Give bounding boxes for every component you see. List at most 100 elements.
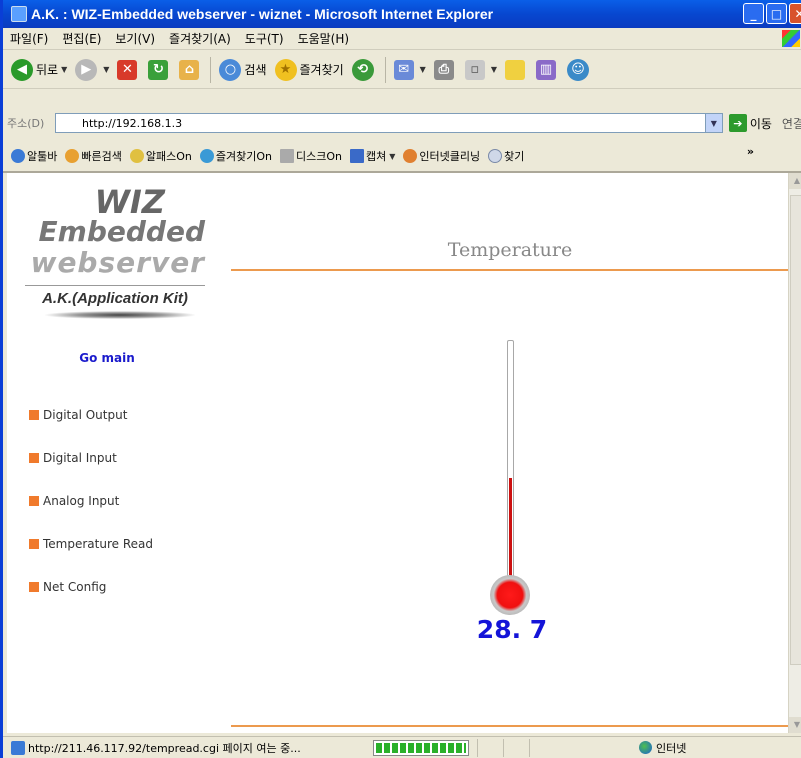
menu-view[interactable]: 보기(V) — [108, 30, 162, 47]
search-button[interactable]: ○ 검색 — [219, 58, 267, 81]
temperature-reading: 28. 7 — [476, 615, 548, 644]
vertical-scrollbar[interactable]: ▲ ▼ — [788, 173, 801, 733]
close-icon[interactable]: ✕ — [789, 3, 801, 24]
back-label: 뒤로 — [36, 63, 59, 77]
refresh-button[interactable]: ↻ — [148, 59, 171, 80]
edit-button[interactable]: ▫ ▼ — [464, 59, 497, 80]
logo-kit-label: A.K.(Application Kit) — [42, 290, 188, 307]
refresh-icon: ↻ — [148, 59, 169, 80]
status-cell — [503, 738, 529, 757]
toolbar-separator — [384, 56, 386, 83]
messenger-button[interactable]: ☺ — [566, 58, 592, 81]
menu-help[interactable]: 도움말(H) — [291, 30, 357, 47]
go-button[interactable]: 이동 — [750, 115, 772, 132]
logo-divider — [25, 285, 205, 286]
globe-icon — [639, 741, 652, 754]
chevron-down-icon[interactable]: ▼ — [389, 152, 395, 161]
window-controls: _ □ ✕ — [743, 3, 801, 24]
maximize-icon[interactable]: □ — [766, 3, 787, 24]
sidebar-item-label: Digital Output — [43, 407, 128, 422]
link-find[interactable]: 찾기 — [488, 148, 524, 164]
chevron-right-icon[interactable]: » — [747, 145, 754, 158]
go-main-link[interactable]: Go main — [47, 351, 167, 365]
status-cell — [529, 738, 555, 757]
ie-page-icon — [11, 740, 25, 755]
address-url: http://192.168.1.3 — [81, 116, 183, 130]
page-icon — [60, 116, 74, 130]
capture-icon — [349, 149, 364, 163]
thermometer-tube — [507, 340, 514, 606]
stop-button[interactable]: ✕ — [117, 59, 140, 80]
quick-search-icon — [65, 149, 80, 163]
chevron-down-icon[interactable]: ▼ — [491, 65, 497, 74]
address-input[interactable]: http://192.168.1.3 ▼ — [54, 113, 723, 133]
home-button[interactable]: ⌂ — [179, 59, 202, 80]
broom-icon — [403, 149, 418, 163]
sidebar-item-analog-input[interactable]: Analog Input — [29, 479, 153, 522]
status-text: http://211.46.117.92/tempread.cgi 페이지 여는… — [28, 741, 301, 755]
scroll-up-icon[interactable]: ▲ — [789, 173, 801, 189]
link-label: 찾기 — [504, 150, 525, 163]
chevron-down-icon[interactable]: ▼ — [704, 114, 722, 132]
favorites-label: 즐겨찾기 — [299, 63, 344, 77]
title-divider — [231, 269, 788, 271]
mail-icon: ✉ — [393, 59, 414, 80]
window-title: A.K. : WIZ-Embedded webserver - wiznet -… — [31, 6, 494, 22]
link-capture[interactable]: 캡쳐 ▼ — [349, 148, 395, 164]
menu-favorites[interactable]: 즐겨찾기(A) — [162, 30, 238, 47]
sidebar-item-digital-output[interactable]: Digital Output — [29, 393, 153, 436]
link-favorites-on[interactable]: 즐겨찾기On — [199, 148, 272, 164]
menu-edit[interactable]: 편집(E) — [55, 30, 108, 47]
mail-button[interactable]: ✉ ▼ — [393, 59, 426, 80]
sidebar-item-label: Net Config — [43, 579, 107, 594]
favorites-button[interactable]: ★ 즐겨찾기 — [274, 58, 344, 81]
link-label: 디스크On — [295, 150, 342, 163]
forward-button[interactable]: ▶ ▼ — [75, 58, 109, 81]
star-icon: ★ — [274, 58, 297, 81]
history-button[interactable]: ⟲ — [351, 58, 377, 81]
scroll-down-icon[interactable]: ▼ — [789, 717, 801, 733]
bullet-square-icon — [29, 409, 39, 420]
footer-divider — [231, 725, 788, 727]
chevron-down-icon[interactable]: ▼ — [61, 65, 67, 74]
print-button[interactable]: ⎙ — [433, 59, 457, 80]
chevron-down-icon[interactable]: ▼ — [103, 65, 109, 74]
menu-tools[interactable]: 도구(T) — [238, 30, 291, 47]
chevron-down-icon[interactable]: ▼ — [420, 65, 426, 74]
thermometer — [490, 340, 530, 640]
minimize-icon[interactable]: _ — [743, 3, 764, 24]
search-icon: ○ — [219, 58, 242, 81]
sidebar-item-net-config[interactable]: Net Config — [29, 565, 153, 608]
link-alpass[interactable]: 알패스On — [129, 148, 192, 164]
edit-page-icon: ▫ — [464, 59, 485, 80]
address-label: 주소(D) — [7, 117, 45, 130]
links-button[interactable]: 연결 — [782, 115, 801, 132]
status-cells — [477, 738, 555, 757]
ie-icon — [11, 149, 25, 163]
link-label: 인터넷클리닝 — [419, 150, 481, 163]
note-icon — [504, 59, 525, 80]
link-internet-cleaning[interactable]: 인터넷클리닝 — [403, 148, 480, 164]
security-zone: 인터넷 — [639, 740, 686, 756]
link-altoolbar[interactable]: 알툴바 — [11, 148, 57, 164]
go-arrow-icon[interactable]: ➔ — [728, 114, 747, 132]
sidebar-item-label: Digital Input — [43, 450, 117, 465]
sidebar-item-label: Temperature Read — [43, 536, 153, 551]
link-label: 캡쳐 — [365, 150, 387, 163]
scroll-thumb[interactable] — [790, 195, 801, 665]
ie-page-icon — [11, 6, 27, 22]
sidebar-item-digital-input[interactable]: Digital Input — [29, 436, 153, 479]
notes-button[interactable] — [504, 59, 528, 80]
wiz-logo: WIZ Embedded webserver A.K.(Application … — [25, 186, 205, 319]
link-quick-search[interactable]: 빠른검색 — [65, 148, 122, 164]
sidebar-nav: Digital Output Digital Input Analog Inpu… — [29, 393, 153, 608]
toolbar-separator — [210, 56, 212, 83]
title-bar[interactable]: A.K. : WIZ-Embedded webserver - wiznet -… — [3, 0, 801, 28]
link-label: 빠른검색 — [81, 150, 122, 163]
menu-file[interactable]: 파일(F) — [3, 30, 55, 47]
sidebar-item-temperature-read[interactable]: Temperature Read — [29, 522, 153, 565]
back-button[interactable]: ◀ 뒤로 ▼ — [11, 58, 67, 81]
link-disk-on[interactable]: 디스크On — [279, 148, 342, 164]
magnifier-icon — [488, 149, 503, 163]
research-button[interactable]: ▥ — [535, 59, 559, 80]
